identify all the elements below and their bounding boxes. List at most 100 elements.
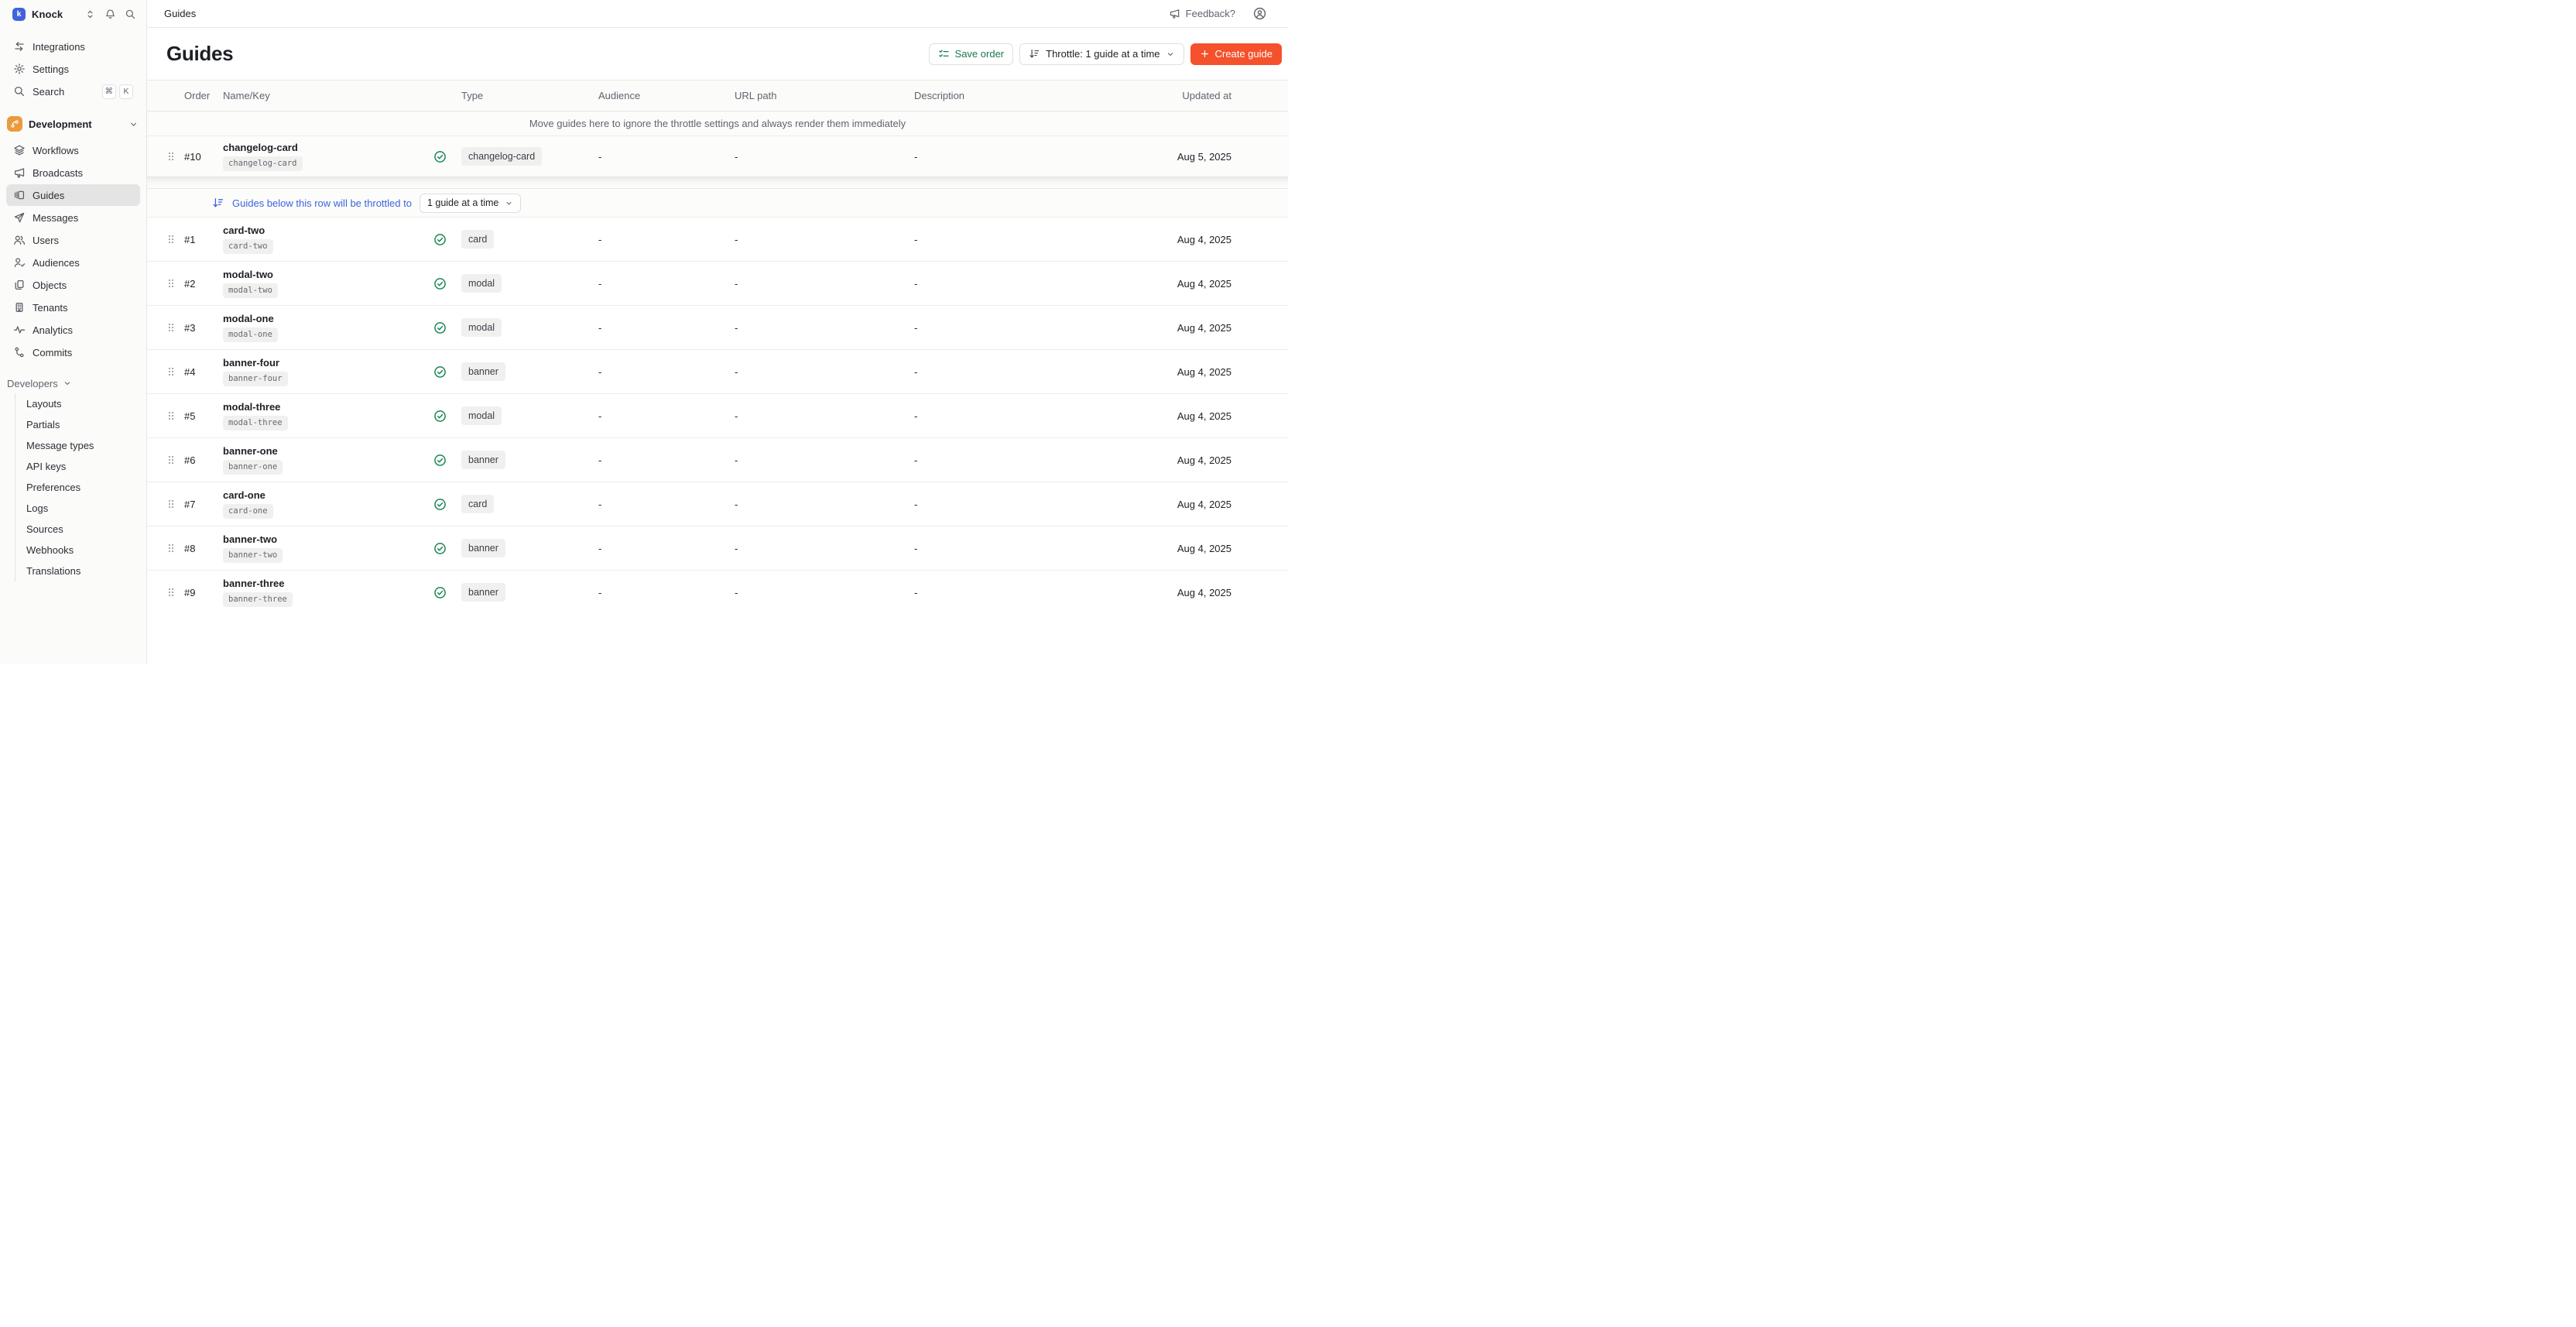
guide-type-badge: banner bbox=[461, 539, 505, 557]
column-header-audience: Audience bbox=[598, 90, 735, 101]
guide-name-cell: modal-one modal-one bbox=[223, 313, 433, 342]
environment-switcher[interactable]: Development bbox=[0, 112, 146, 135]
sidebar-item-label: Objects bbox=[33, 279, 67, 291]
guide-row[interactable]: #5 modal-three modal-three modal - - - A… bbox=[147, 393, 1288, 437]
guide-audience: - bbox=[598, 587, 735, 598]
sidebar-item-label: Tenants bbox=[33, 302, 68, 314]
sidebar-item-logs[interactable]: Logs bbox=[15, 498, 146, 519]
sidebar-item-layouts[interactable]: Layouts bbox=[15, 393, 146, 414]
guide-name: card-two bbox=[223, 225, 265, 236]
guide-description: - bbox=[914, 322, 1170, 334]
sidebar-item-audiences[interactable]: Audiences bbox=[6, 252, 140, 273]
guide-key-badge: changelog-card bbox=[223, 156, 303, 171]
check-circle-icon bbox=[433, 542, 447, 555]
column-header-name-key: Name/Key bbox=[223, 90, 433, 101]
guide-row[interactable]: #3 modal-one modal-one modal - - - Aug 4… bbox=[147, 305, 1288, 349]
drag-handle-icon[interactable] bbox=[167, 499, 184, 509]
sidebar-item-tenants[interactable]: Tenants bbox=[6, 297, 140, 318]
guide-audience: - bbox=[598, 151, 735, 163]
sidebar-item-workflows[interactable]: Workflows bbox=[6, 139, 140, 161]
guide-audience: - bbox=[598, 322, 735, 334]
drag-handle-icon[interactable] bbox=[167, 543, 184, 554]
sidebar-item-guides[interactable]: Guides bbox=[6, 184, 140, 206]
guide-row[interactable]: #10 changelog-card changelog-card change… bbox=[147, 135, 1288, 177]
sidebar-item-api-keys[interactable]: API keys bbox=[15, 456, 146, 477]
guide-row[interactable]: #4 banner-four banner-four banner - - - … bbox=[147, 349, 1288, 393]
chevron-down-icon bbox=[1166, 50, 1175, 59]
drag-handle-icon[interactable] bbox=[167, 322, 184, 333]
guide-url-path: - bbox=[735, 366, 914, 378]
guide-audience: - bbox=[598, 278, 735, 290]
guide-row[interactable]: #1 card-two card-two card - - - Aug 4, 2… bbox=[147, 217, 1288, 261]
guide-name-cell: modal-two modal-two bbox=[223, 269, 433, 298]
notifications-bell-icon[interactable] bbox=[104, 9, 116, 20]
guide-key-badge: banner-three bbox=[223, 592, 293, 607]
guide-updated-at: Aug 4, 2025 bbox=[1170, 366, 1231, 378]
feedback-button[interactable]: Feedback? bbox=[1169, 8, 1235, 19]
guide-url-path: - bbox=[735, 587, 914, 598]
throttle-divider-text: Guides below this row will be throttled … bbox=[232, 197, 412, 209]
check-circle-icon bbox=[433, 277, 447, 290]
create-guide-button[interactable]: Create guide bbox=[1190, 43, 1282, 65]
drag-handle-icon[interactable] bbox=[167, 278, 184, 289]
sidebar-item-translations[interactable]: Translations bbox=[15, 561, 146, 581]
guide-status-cell bbox=[433, 150, 461, 163]
workspace-switcher-icon[interactable] bbox=[84, 9, 96, 20]
pulse-icon bbox=[13, 324, 26, 336]
section-gap bbox=[147, 177, 1288, 188]
guide-updated-at: Aug 4, 2025 bbox=[1170, 454, 1231, 466]
save-order-button[interactable]: Save order bbox=[929, 43, 1014, 65]
guide-updated-at: Aug 5, 2025 bbox=[1170, 151, 1231, 163]
guide-row[interactable]: #7 card-one card-one card - - - Aug 4, 2… bbox=[147, 482, 1288, 526]
guide-status-cell bbox=[433, 277, 461, 290]
sidebar-item-label: Partials bbox=[26, 419, 60, 430]
sidebar-item-broadcasts[interactable]: Broadcasts bbox=[6, 162, 140, 183]
sidebar-item-integrations[interactable]: Integrations bbox=[6, 36, 140, 57]
drag-handle-icon[interactable] bbox=[167, 234, 184, 245]
guide-order: #7 bbox=[184, 499, 223, 510]
guide-row[interactable]: #2 modal-two modal-two modal - - - Aug 4… bbox=[147, 261, 1288, 305]
sidebar-item-commits[interactable]: Commits bbox=[6, 341, 140, 363]
account-menu-icon[interactable] bbox=[1252, 6, 1267, 21]
checklist-icon bbox=[938, 48, 950, 60]
guide-key-badge: modal-three bbox=[223, 416, 288, 430]
throttle-dropdown-button[interactable]: Throttle: 1 guide at a time bbox=[1019, 43, 1184, 65]
developers-section-header[interactable]: Developers bbox=[0, 373, 146, 393]
search-shortcut: ⌘ K bbox=[102, 84, 134, 99]
guide-type-cell: modal bbox=[461, 274, 598, 293]
pages-icon bbox=[13, 279, 26, 291]
guide-row[interactable]: #6 banner-one banner-one banner - - - Au… bbox=[147, 437, 1288, 482]
sidebar-item-partials[interactable]: Partials bbox=[15, 414, 146, 435]
sidebar-item-sources[interactable]: Sources bbox=[15, 519, 146, 540]
sidebar-item-users[interactable]: Users bbox=[6, 229, 140, 251]
guide-type-badge: banner bbox=[461, 362, 505, 381]
sidebar-item-settings[interactable]: Settings bbox=[6, 58, 140, 80]
throttle-value-dropdown[interactable]: 1 guide at a time bbox=[420, 194, 521, 213]
check-circle-icon bbox=[433, 365, 447, 379]
sidebar-env-nav: Workflows Broadcasts Guides Messages Use… bbox=[0, 138, 146, 363]
guide-type-badge: modal bbox=[461, 274, 502, 293]
sidebar-item-message-types[interactable]: Message types bbox=[15, 435, 146, 456]
sidebar-item-search[interactable]: Search ⌘ K bbox=[6, 81, 140, 102]
drag-handle-icon[interactable] bbox=[167, 366, 184, 377]
guide-name: modal-two bbox=[223, 269, 273, 280]
megaphone-icon bbox=[1169, 8, 1180, 19]
sidebar-item-label: Workflows bbox=[33, 145, 79, 156]
guide-description: - bbox=[914, 366, 1170, 378]
sidebar-item-preferences[interactable]: Preferences bbox=[15, 477, 146, 498]
environment-icon bbox=[7, 116, 22, 132]
guide-row[interactable]: #9 banner-three banner-three banner - - … bbox=[147, 570, 1288, 614]
create-guide-label: Create guide bbox=[1215, 48, 1273, 60]
guide-updated-at: Aug 4, 2025 bbox=[1170, 543, 1231, 554]
drag-handle-icon[interactable] bbox=[167, 454, 184, 465]
search-icon[interactable] bbox=[125, 9, 136, 20]
drag-handle-icon[interactable] bbox=[167, 410, 184, 421]
sidebar-item-messages[interactable]: Messages bbox=[6, 207, 140, 228]
drag-handle-icon[interactable] bbox=[167, 151, 184, 162]
drag-handle-icon[interactable] bbox=[167, 587, 184, 598]
sidebar-item-webhooks[interactable]: Webhooks bbox=[15, 540, 146, 561]
sidebar-item-objects[interactable]: Objects bbox=[6, 274, 140, 296]
environment-name: Development bbox=[29, 118, 92, 130]
sidebar-item-analytics[interactable]: Analytics bbox=[6, 319, 140, 341]
guide-row[interactable]: #8 banner-two banner-two banner - - - Au… bbox=[147, 526, 1288, 570]
